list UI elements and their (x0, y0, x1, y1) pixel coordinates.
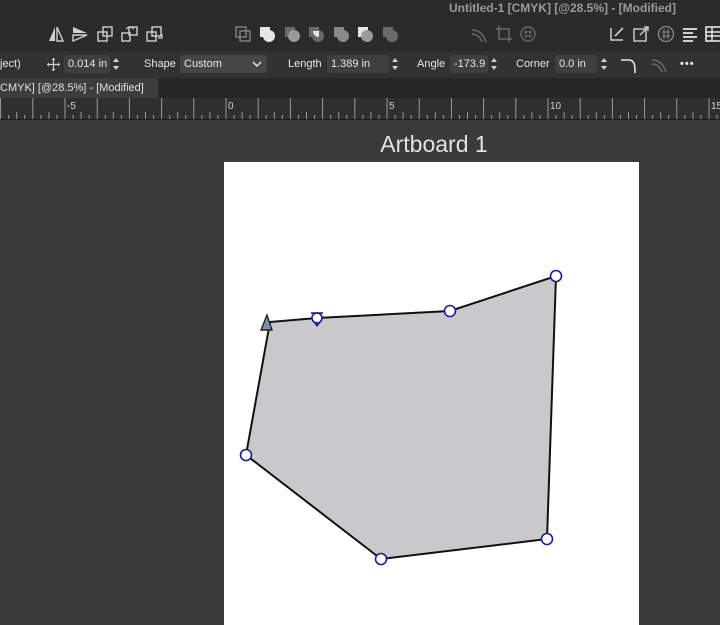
path-node[interactable] (540, 532, 554, 546)
path-node[interactable] (374, 552, 388, 566)
path-node[interactable] (239, 448, 253, 462)
shape-layer (239, 269, 563, 566)
polygon-shape[interactable] (244, 274, 558, 561)
path-node[interactable] (549, 269, 563, 283)
path-node[interactable] (443, 304, 457, 318)
